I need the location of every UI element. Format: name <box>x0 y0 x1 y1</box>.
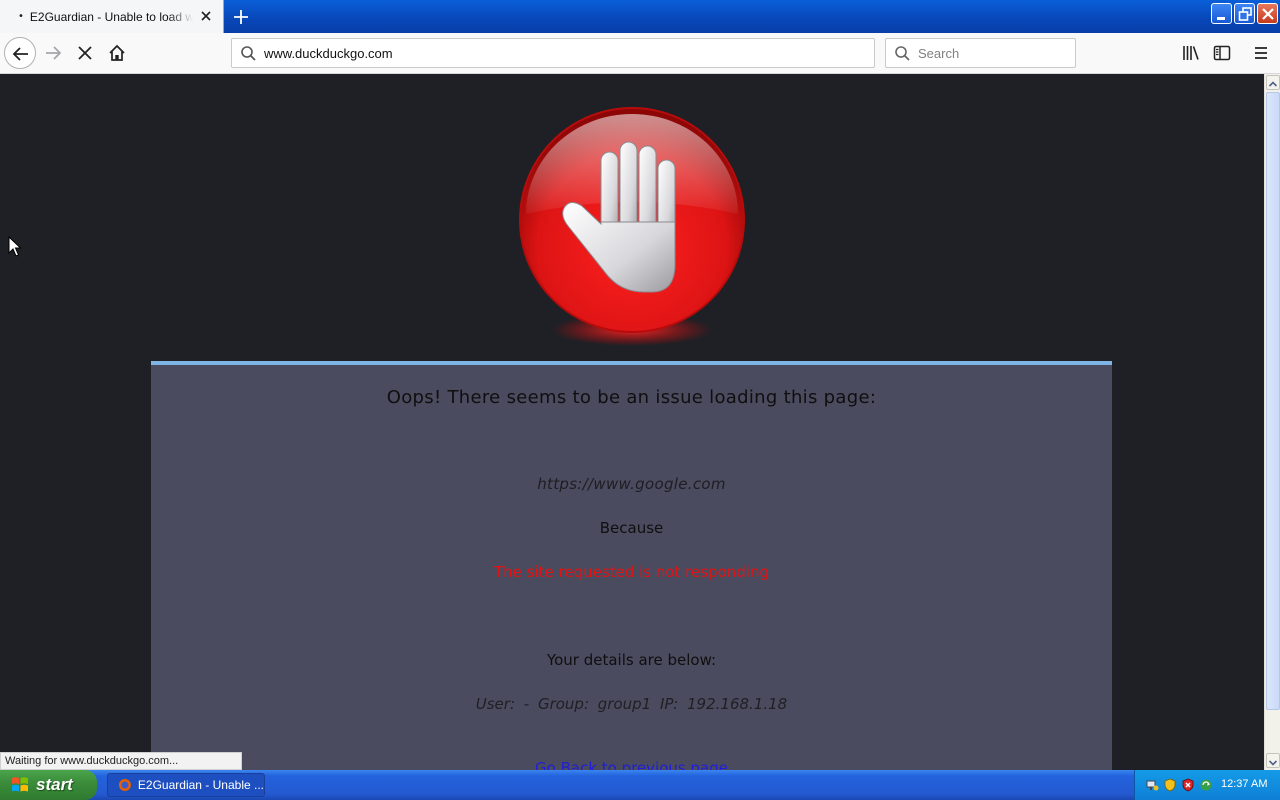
home-icon <box>109 44 125 61</box>
tab-bar: • E2Guardian - Unable to load webpage <box>0 0 1280 33</box>
home-button[interactable] <box>101 37 133 69</box>
minimize-icon <box>1217 17 1225 20</box>
forward-button[interactable] <box>37 37 69 69</box>
plus-icon <box>234 10 248 24</box>
hamburger-menu-icon <box>1255 47 1267 59</box>
windows-logo-icon <box>12 777 28 792</box>
scroll-thumb[interactable] <box>1266 92 1280 710</box>
mouse-cursor-icon <box>8 236 22 257</box>
start-button[interactable]: start <box>0 770 97 800</box>
network-icon[interactable] <box>1145 778 1159 792</box>
url-text: www.duckduckgo.com <box>264 46 393 61</box>
url-bar[interactable]: www.duckduckgo.com <box>231 38 875 68</box>
close-icon <box>1262 8 1274 20</box>
restore-icon <box>1238 7 1252 21</box>
chevron-up-icon <box>1268 81 1278 87</box>
window-close-button[interactable] <box>1257 3 1278 24</box>
status-bar: Waiting for www.duckduckgo.com... <box>0 752 242 770</box>
tab-e2guardian[interactable]: • E2Guardian - Unable to load webpage <box>0 0 224 33</box>
firefox-icon <box>118 779 131 791</box>
sidebar-button[interactable] <box>1212 43 1232 63</box>
new-tab-button[interactable] <box>230 6 252 28</box>
security-shield-icon[interactable] <box>1163 778 1177 792</box>
details-heading: Your details are below: <box>546 651 717 669</box>
stop-button[interactable] <box>69 37 101 69</box>
blocked-url: https://www.google.com <box>537 475 726 493</box>
arrow-left-icon <box>12 47 28 61</box>
navigation-toolbar: www.duckduckgo.com Search <box>0 33 1280 74</box>
because-label: Because <box>599 519 664 537</box>
stop-hand-icon <box>519 107 745 346</box>
search-placeholder: Search <box>918 46 960 61</box>
scroll-up-button[interactable] <box>1266 75 1280 90</box>
search-icon <box>241 46 256 61</box>
back-button[interactable] <box>4 37 36 69</box>
arrow-right-icon <box>46 46 62 60</box>
update-icon[interactable] <box>1199 778 1213 792</box>
alert-shield-icon[interactable] <box>1181 778 1195 792</box>
search-icon <box>895 46 910 61</box>
user-details: User: - Group: group1 IP: 192.168.1.18 <box>475 695 788 713</box>
close-icon[interactable] <box>198 8 214 24</box>
restore-button[interactable] <box>1234 3 1255 24</box>
error-panel: Oops! There seems to be an issue loading… <box>151 361 1112 770</box>
clock: 12:37 AM <box>1221 778 1268 790</box>
system-tray: 12:37 AM <box>1134 770 1280 800</box>
scroll-down-button[interactable] <box>1266 753 1280 768</box>
vertical-scrollbar[interactable] <box>1264 74 1280 770</box>
tab-title: E2Guardian - Unable to load webpage <box>29 9 193 24</box>
stop-loading-icon <box>78 46 92 60</box>
taskbar-item-label: E2Guardian - Unable ... <box>137 778 264 792</box>
library-button[interactable] <box>1181 43 1201 63</box>
go-back-link[interactable]: Go Back to previous page <box>151 759 1112 770</box>
tab-loading-indicator: • <box>18 11 24 22</box>
chevron-down-icon <box>1268 760 1278 766</box>
start-label: start <box>36 775 73 794</box>
page-title: Oops! There seems to be an issue loading… <box>386 387 877 408</box>
menu-button[interactable] <box>1251 43 1271 63</box>
library-icon <box>1183 46 1199 60</box>
search-field[interactable]: Search <box>885 38 1076 68</box>
minimize-button[interactable] <box>1211 3 1232 24</box>
taskbar: start E2Guardian - Unable ... 12:37 AM <box>0 770 1280 800</box>
page-content: Oops! There seems to be an issue loading… <box>0 74 1264 770</box>
block-reason: The site requested is not responding <box>494 563 769 581</box>
sidebar-icon <box>1213 45 1231 61</box>
taskbar-item-e2guardian[interactable]: E2Guardian - Unable ... <box>107 773 265 797</box>
